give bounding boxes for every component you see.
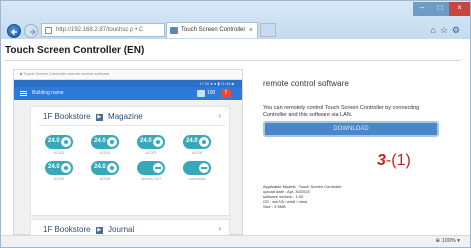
tab-touch-screen-controller[interactable]: Touch Screen Controller × <box>166 22 258 38</box>
chevron-right-icon: › <box>218 224 221 233</box>
ac-temp: 24.0 <box>94 138 106 144</box>
zoom-control[interactable]: ⊕ 100% ▾ <box>436 238 461 244</box>
room-name: Journal <box>108 225 135 234</box>
favicon-icon <box>170 27 178 34</box>
step-number: 3 <box>377 152 386 169</box>
page-title: Touch Screen Controller (EN) <box>5 45 145 56</box>
power-icon <box>107 163 117 173</box>
power-icon <box>153 137 163 147</box>
light-icon <box>199 163 209 173</box>
security-icon <box>153 163 163 173</box>
zone-card-title: 1F Bookstore ▶ Magazine <box>43 112 143 121</box>
security-device <box>137 161 165 175</box>
ac-device: 24.0 <box>45 135 73 149</box>
power-icon <box>61 163 71 173</box>
alert-icon: ! <box>221 89 231 98</box>
ac-label: AC005 <box>53 177 65 181</box>
app-topbar-text: ■ Touch Screen Controller remote control… <box>20 71 110 76</box>
menu-icon <box>20 91 27 96</box>
app-statusbar: 17:00 ● ● ▮ 11:44 ■ <box>14 80 242 87</box>
separator-icon: ▶ <box>95 227 103 234</box>
home-icon[interactable]: ⌂ <box>430 25 439 35</box>
browser-titlebar: – □ × http://192.168.2.87/touchsc ρ • C … <box>1 1 470 39</box>
ac-temp: 24.0 <box>48 164 60 170</box>
browser-window: – □ × http://192.168.2.87/touchsc ρ • C … <box>0 0 471 248</box>
address-bar[interactable]: http://192.168.2.87/touchsc ρ • C <box>41 23 165 37</box>
spec-line: Size : 3.9MB <box>263 204 286 209</box>
building-name-label: Building name <box>32 90 64 96</box>
step-suffix: -(1) <box>385 152 411 169</box>
favorites-star-icon[interactable]: ☆ <box>440 25 452 35</box>
new-tab-button[interactable] <box>260 23 276 37</box>
ac-label: AC006 <box>99 177 111 181</box>
browser-statusbar: ⊕ 100% ▾ <box>1 235 470 247</box>
zone-card: 1F Bookstore ▶ Journal › <box>30 219 230 235</box>
room-name: Magazine <box>108 112 143 121</box>
title-divider <box>5 60 461 61</box>
ac-temp: 24.0 <box>48 138 60 144</box>
power-icon <box>199 137 209 147</box>
maximize-button[interactable]: □ <box>431 2 449 16</box>
back-arrow-icon <box>11 29 17 35</box>
software-specs: Applicable Models : Touch Screen Control… <box>263 184 342 209</box>
page-icon <box>45 27 52 34</box>
security-label: Security OUT <box>140 177 162 181</box>
forward-arrow-icon <box>30 29 36 35</box>
device-count-icon <box>197 90 205 97</box>
app-header: Building name 100 ! <box>14 87 242 100</box>
page-content: Touch Screen Controller (EN) ■ Touch Scr… <box>1 39 470 235</box>
power-icon <box>61 137 71 147</box>
ac-device: 24.0 <box>137 135 165 149</box>
ac-temp: 24.0 <box>140 138 152 144</box>
app-preview-image: ■ Touch Screen Controller remote control… <box>13 69 243 235</box>
settings-gear-icon[interactable]: ⚙ <box>452 25 464 35</box>
close-window-button[interactable]: × <box>449 2 470 16</box>
software-description: You can remotely control Touch Screen Co… <box>263 105 420 118</box>
zone-card: 1F Bookstore ▶ Magazine › 24.0 AC001 24.… <box>30 106 230 216</box>
floor-name: 1F Bookstore <box>43 112 91 121</box>
download-button[interactable]: DOWNLOAD <box>263 121 439 137</box>
device-count: 100 <box>207 90 216 96</box>
forward-button[interactable] <box>24 24 38 38</box>
step-callout: 3-(1) <box>377 152 411 170</box>
ac-device: 24.0 <box>91 161 119 175</box>
ac-label: AC001 <box>53 151 65 155</box>
ac-temp: 24.0 <box>186 138 198 144</box>
back-button[interactable] <box>7 24 21 38</box>
power-icon <box>107 137 117 147</box>
ac-label: AC004 <box>191 151 203 155</box>
address-text: http://192.168.2.87/touchsc ρ • C <box>56 27 144 33</box>
floor-name: 1F Bookstore <box>43 225 91 234</box>
app-status-text: 17:00 ● ● ▮ 11:44 ■ <box>199 81 234 86</box>
separator-icon: ▶ <box>95 114 103 121</box>
luminaries-device <box>183 161 211 175</box>
ac-label: AC002 <box>99 151 111 155</box>
toolbar-icons: ⌂☆⚙ <box>430 25 464 36</box>
software-heading: remote control software <box>263 79 349 88</box>
zone-card-title: 1F Bookstore ▶ Journal <box>43 225 134 234</box>
ac-temp: 24.0 <box>94 164 106 170</box>
luminaries-label: Luminaries <box>188 177 206 181</box>
ac-device: 24.0 <box>91 135 119 149</box>
tab-close-icon[interactable]: × <box>249 23 253 38</box>
chevron-right-icon: › <box>218 111 221 120</box>
app-topbar: ■ Touch Screen Controller remote control… <box>14 70 242 80</box>
minimize-button[interactable]: – <box>413 2 431 16</box>
ac-device: 24.0 <box>45 161 73 175</box>
ac-device: 24.0 <box>183 135 211 149</box>
card-divider <box>39 125 225 126</box>
ac-label: AC003 <box>145 151 157 155</box>
tab-title: Touch Screen Controller <box>181 27 246 33</box>
